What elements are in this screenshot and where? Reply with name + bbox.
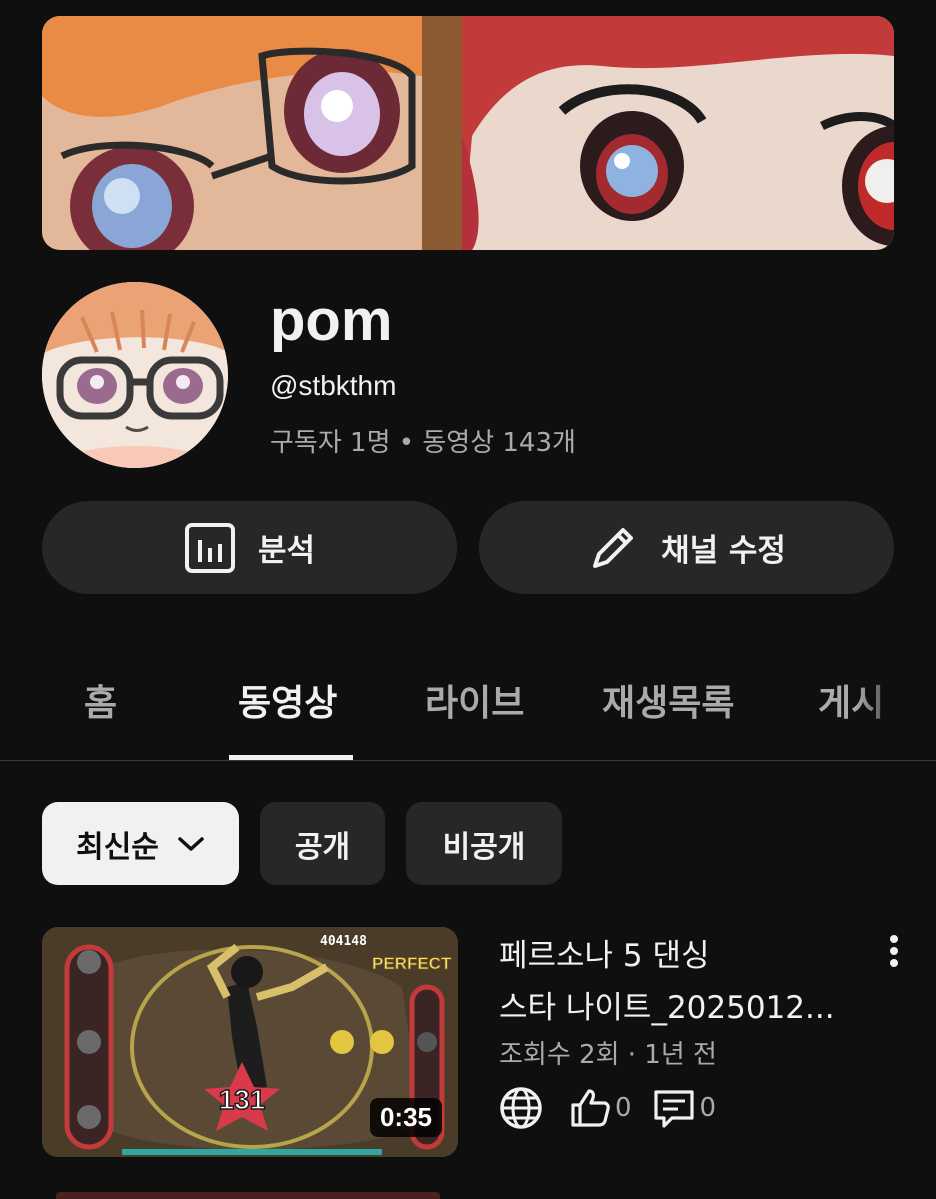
chevron-down-icon [178, 836, 204, 851]
analytics-icon [184, 522, 235, 573]
channel-stats: 구독자 1명 • 동영상 143개 [270, 428, 576, 458]
filter-private-chip[interactable]: 비공개 [406, 802, 562, 885]
filter-public-chip[interactable]: 공개 [260, 802, 385, 885]
video-title[interactable]: 페르소나 5 댄싱 스타 나이트_2025012... [499, 930, 859, 1034]
comment-icon[interactable] [652, 1086, 696, 1130]
edit-channel-button[interactable]: 채널 수정 [479, 501, 894, 594]
sort-dropdown[interactable]: 최신순 [42, 802, 239, 885]
avatar-image [42, 282, 228, 468]
channel-avatar[interactable] [42, 282, 228, 468]
thumb-score: 404148 [320, 934, 367, 949]
channel-banner [42, 16, 894, 250]
channel-handle: @stbkthm [270, 370, 397, 401]
filter-public-label: 공개 [294, 829, 351, 865]
channel-name: pom [270, 288, 393, 353]
edit-channel-label: 채널 수정 [661, 533, 786, 569]
tab-home[interactable]: 홈 [84, 674, 117, 726]
tabs-divider [0, 760, 936, 761]
comment-count: 0 [699, 1093, 717, 1123]
tabs-fade-overlay [856, 660, 936, 740]
like-icon[interactable] [569, 1087, 611, 1129]
pencil-icon [593, 527, 634, 568]
thumb-rating: PERFECT [372, 954, 452, 973]
tab-videos[interactable]: 동영상 [238, 674, 337, 726]
video-title-line-2: 스타 나이트_2025012... [499, 990, 835, 1026]
globe-icon [500, 1087, 542, 1129]
video-stats-row: 0 0 [499, 1086, 736, 1130]
thumb-combo: 131 [219, 1084, 266, 1115]
banner-image [42, 16, 894, 250]
sort-label: 최신순 [76, 829, 159, 865]
analytics-label: 분석 [257, 533, 316, 569]
tab-live[interactable]: 라이브 [425, 674, 524, 726]
video-meta: 조회수 2회 · 1년 전 [499, 1040, 717, 1070]
video-title-line-1: 페르소나 5 댄싱 [499, 938, 710, 974]
tab-playlists[interactable]: 재생목록 [602, 674, 734, 726]
like-count: 0 [615, 1093, 632, 1123]
analytics-button[interactable]: 분석 [42, 501, 457, 594]
video-duration: 0:35 [369, 1098, 442, 1137]
more-options-icon[interactable] [880, 934, 908, 968]
channel-tabs: 홈 동영상 라이브 재생목록 게시 [0, 640, 936, 760]
video-thumbnail[interactable]: 131 404148 PERFECT 0:35 [42, 927, 458, 1157]
next-video-thumbnail-edge [56, 1192, 440, 1199]
filter-private-label: 비공개 [442, 829, 526, 865]
